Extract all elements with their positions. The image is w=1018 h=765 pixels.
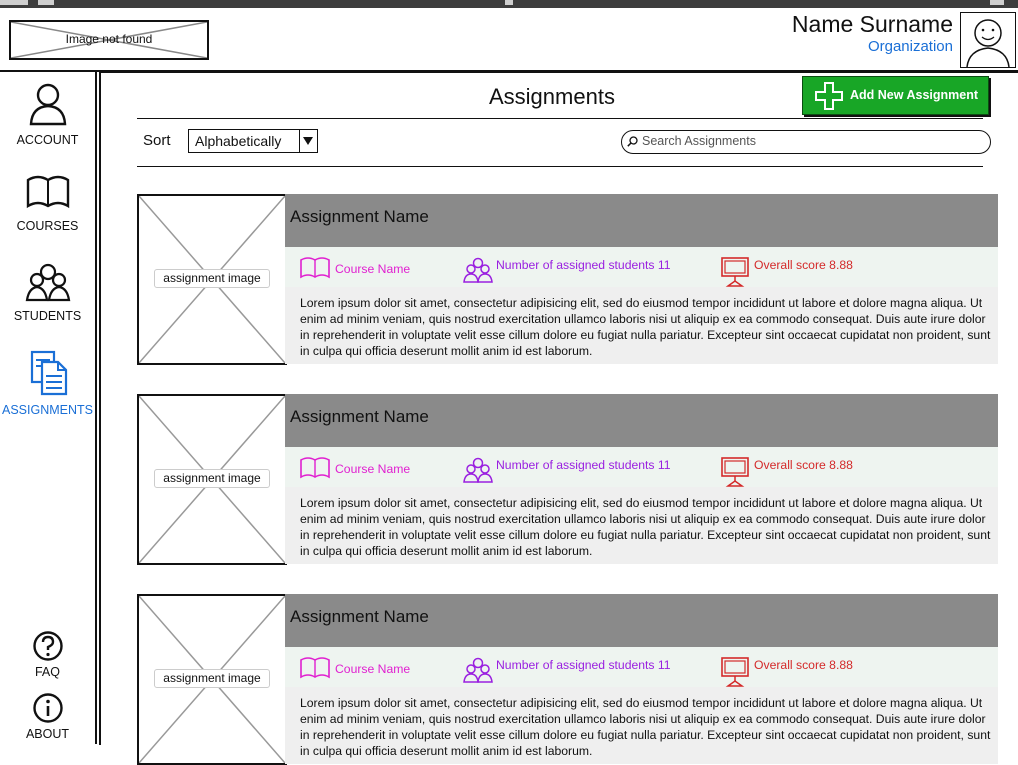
assignment-description: Lorem ipsum dolor sit amet, consectetur … <box>300 496 991 558</box>
sort-dropdown-arrow[interactable] <box>299 130 317 152</box>
main-panel: Assignments Add New Assignment Sort Alph… <box>99 72 1018 765</box>
sidebar-item-label: ASSIGNMENTS <box>2 403 93 417</box>
assignment-name[interactable]: Assignment Name <box>290 407 429 427</box>
documents-icon <box>30 350 67 396</box>
sidebar-item-label: FAQ <box>34 665 60 679</box>
info-icon <box>32 693 63 723</box>
user-organization[interactable]: Organization <box>868 38 953 55</box>
plus-icon <box>815 82 843 110</box>
assigned-students-count: Number of assigned students 11 <box>496 258 671 272</box>
group-icon <box>463 257 493 283</box>
book-icon <box>26 175 69 209</box>
sidebar-item-label: ACCOUNT <box>16 133 79 147</box>
assignment-name[interactable]: Assignment Name <box>290 607 429 627</box>
assignment-header: Assignment Name <box>285 594 998 647</box>
assignment-image[interactable]: assignment image <box>137 594 287 765</box>
assignment-meta: Course Name Number of assigned students … <box>285 447 998 487</box>
page-title: Assignments <box>489 84 615 109</box>
group-icon <box>463 657 493 683</box>
assignment-header: Assignment Name <box>285 194 998 247</box>
sidebar-item-about[interactable]: ABOUT <box>0 692 95 741</box>
sidebar-item-faq[interactable]: FAQ <box>0 630 95 679</box>
monitor-icon <box>721 257 749 287</box>
user-name[interactable]: Name Surname <box>792 11 953 38</box>
logo-placeholder: Image not found <box>9 20 209 60</box>
sidebar-item-label: ABOUT <box>25 727 70 741</box>
assignment-card[interactable]: assignment image Assignment Name Course … <box>137 594 998 765</box>
sidebar-item-account[interactable]: ACCOUNT <box>0 82 95 147</box>
add-new-assignment-button[interactable]: Add New Assignment <box>802 76 989 115</box>
assignment-card[interactable]: assignment image Assignment Name Course … <box>137 194 998 365</box>
group-icon <box>463 457 493 483</box>
divider <box>137 118 983 119</box>
assignment-name[interactable]: Assignment Name <box>290 207 429 227</box>
sort-selected-value: Alphabetically <box>195 133 282 149</box>
question-icon <box>32 631 63 661</box>
group-icon <box>25 263 70 302</box>
avatar-face-icon <box>966 19 1010 68</box>
add-button-label: Add New Assignment <box>850 88 979 102</box>
overall-score-value: Overall score 8.88 <box>754 658 853 672</box>
assignment-image[interactable]: assignment image <box>137 394 287 565</box>
sidebar-item-assignments[interactable]: ASSIGNMENTS <box>0 350 95 417</box>
assignment-image[interactable]: assignment image <box>137 194 287 365</box>
assignment-card[interactable]: assignment image Assignment Name Course … <box>137 394 998 565</box>
assignment-meta: Course Name Number of assigned students … <box>285 247 998 287</box>
course-name: Course Name <box>335 662 411 676</box>
assignment-description: Lorem ipsum dolor sit amet, consectetur … <box>300 296 991 358</box>
sidebar-item-students[interactable]: STUDENTS <box>0 262 95 323</box>
chevron-down-icon <box>303 137 313 145</box>
user-icon <box>29 83 66 126</box>
assignment-description-box: Lorem ipsum dolor sit amet, consectetur … <box>285 287 998 364</box>
app-header: Image not found Name Surname Organizatio… <box>0 8 1018 72</box>
assignment-image-label: assignment image <box>154 469 270 488</box>
assignment-meta: Course Name Number of assigned students … <box>285 647 998 687</box>
search-icon <box>627 136 638 147</box>
divider <box>137 166 983 167</box>
assignment-header: Assignment Name <box>285 394 998 447</box>
assignment-image-label: assignment image <box>154 269 270 288</box>
sidebar-item-label: COURSES <box>16 219 79 233</box>
assignment-image-label: assignment image <box>154 669 270 688</box>
assignment-description-box: Lorem ipsum dolor sit amet, consectetur … <box>285 487 998 564</box>
window-title-strip <box>0 0 1018 8</box>
overall-score-value: Overall score 8.88 <box>754 458 853 472</box>
monitor-icon <box>721 457 749 487</box>
logo-placeholder-label: Image not found <box>65 32 153 46</box>
sidebar-item-label: STUDENTS <box>13 309 82 323</box>
book-icon <box>300 257 330 279</box>
assignment-description-box: Lorem ipsum dolor sit amet, consectetur … <box>285 687 998 764</box>
sort-select[interactable]: Alphabetically <box>188 129 318 153</box>
assignment-description: Lorem ipsum dolor sit amet, consectetur … <box>300 696 991 758</box>
overall-score-value: Overall score 8.88 <box>754 258 853 272</box>
avatar[interactable] <box>960 12 1016 68</box>
sort-label: Sort <box>143 132 171 149</box>
course-name: Course Name <box>335 462 411 476</box>
book-icon <box>300 657 330 679</box>
assigned-students-count: Number of assigned students 11 <box>496 458 671 472</box>
sidebar-item-courses[interactable]: COURSES <box>0 172 95 233</box>
course-name: Course Name <box>335 262 411 276</box>
search-placeholder: Search Assignments <box>642 134 756 148</box>
sidebar: ACCOUNT COURSES STUDENTS ASSIGNMENTS FAQ… <box>0 72 97 744</box>
book-icon <box>300 457 330 479</box>
assigned-students-count: Number of assigned students 11 <box>496 658 671 672</box>
monitor-icon <box>721 657 749 687</box>
search-input[interactable]: Search Assignments <box>621 130 991 154</box>
